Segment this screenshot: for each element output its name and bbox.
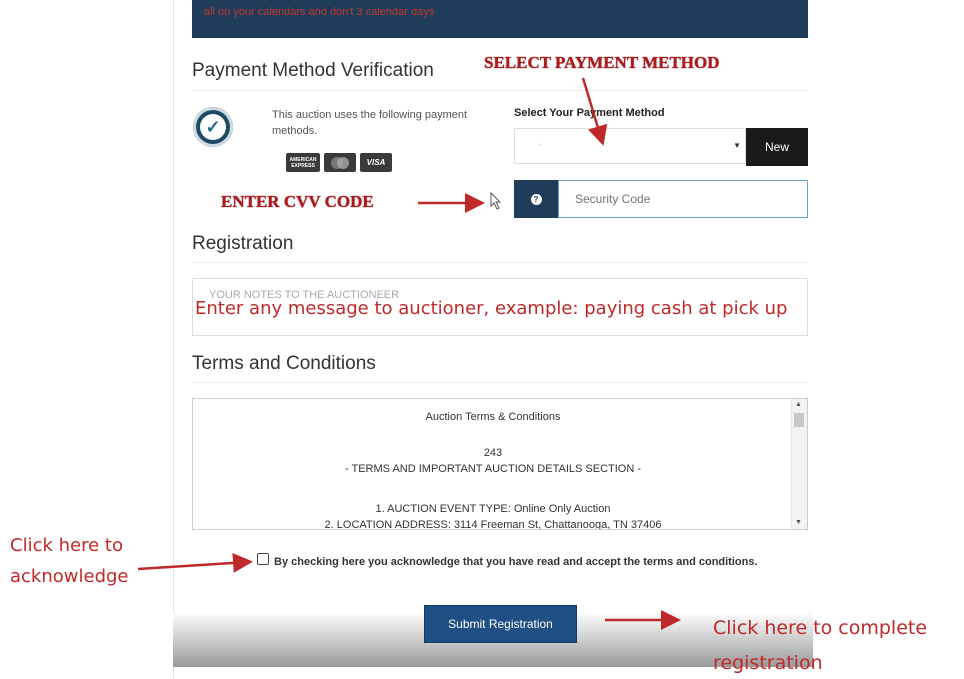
page-panel: [173, 0, 814, 679]
divider: [192, 90, 808, 91]
payment-heading: Payment Method Verification: [192, 60, 434, 81]
registration-heading: Registration: [192, 233, 294, 254]
visa-card-icon: VISA: [360, 153, 392, 172]
annotation-select-method: SELECT PAYMENT METHOD: [484, 53, 720, 72]
annotation-message: Enter any message to auctioner, example:…: [195, 298, 788, 319]
divider: [192, 262, 808, 263]
terms-line: 1. AUCTION EVENT TYPE: Online Only Aucti…: [375, 503, 611, 515]
scroll-up-icon[interactable]: ▲: [795, 401, 802, 408]
terms-line: Auction Terms & Conditions: [425, 411, 561, 423]
acknowledge-text: By checking here you acknowledge that yo…: [274, 556, 758, 568]
terms-line: 243: [483, 447, 503, 459]
select-payment-label: Select Your Payment Method: [514, 107, 665, 119]
annotation-complete-line1: Click here to complete: [713, 617, 928, 639]
question-icon: ?: [530, 193, 542, 205]
cvv-help-button[interactable]: ?: [514, 180, 558, 218]
dropdown-caret-icon: ▼: [733, 141, 741, 150]
terms-line: - TERMS AND IMPORTANT AUCTION DETAILS SE…: [344, 463, 642, 475]
annotation-complete-line2: registration: [713, 652, 823, 674]
annotation-ack-line2: acknowledge: [10, 566, 129, 587]
banner-text: all on your calendars and don't 3 calend…: [204, 6, 435, 18]
mastercard-icon: [324, 153, 356, 172]
terms-scrollbar[interactable]: ▲ ▼: [791, 399, 807, 529]
terms-line: 2. LOCATION ADDRESS: 3114 Freeman St, Ch…: [324, 519, 662, 530]
terms-scrollbox[interactable]: Auction Terms & Conditions 243 - TERMS A…: [192, 398, 808, 530]
top-banner: all on your calendars and don't 3 calend…: [192, 0, 808, 38]
payment-methods-text: This auction uses the following payment …: [272, 109, 468, 137]
terms-heading: Terms and Conditions: [192, 353, 376, 374]
payment-method-select[interactable]: - ▼: [514, 128, 746, 164]
scroll-down-icon[interactable]: ▼: [795, 519, 802, 526]
scroll-thumb[interactable]: [794, 413, 804, 427]
annotation-ack-line1: Click here to: [10, 535, 123, 556]
divider: [192, 382, 808, 383]
verified-seal-icon: ✓: [193, 107, 233, 147]
annotation-enter-cvv: ENTER CVV CODE: [221, 192, 374, 211]
amex-card-icon: AMERICAN EXPRESS: [286, 153, 320, 172]
submit-registration-button[interactable]: Submit Registration: [424, 605, 577, 643]
new-payment-button[interactable]: New: [746, 128, 808, 166]
security-code-input[interactable]: [558, 180, 808, 218]
